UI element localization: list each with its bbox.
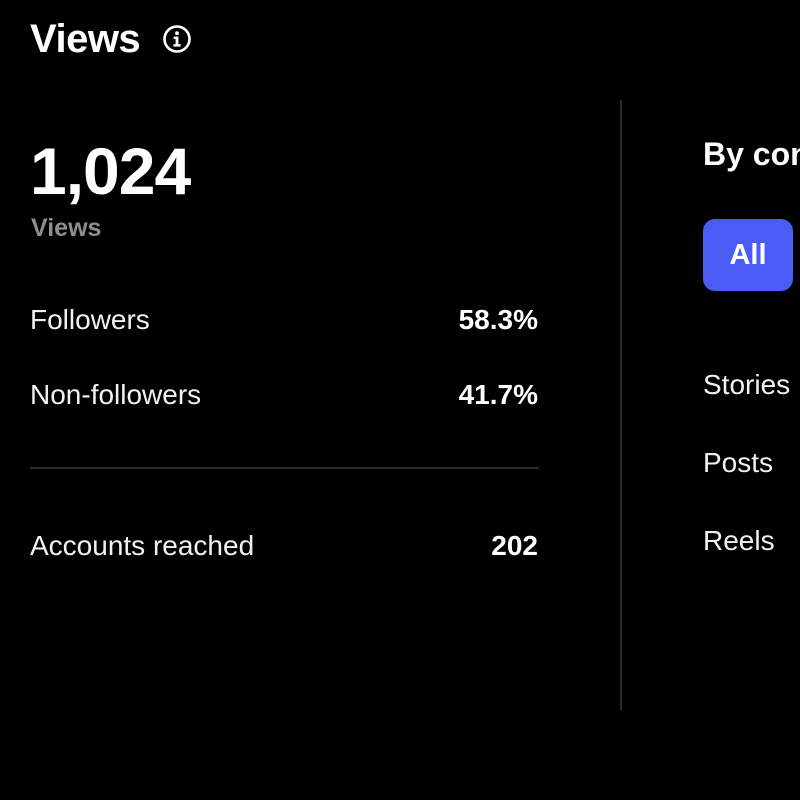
- content-type-reels: Reels: [703, 525, 775, 556]
- section-divider: [30, 467, 539, 469]
- info-icon[interactable]: [162, 24, 192, 54]
- filter-all-button[interactable]: All: [703, 219, 793, 291]
- content-type-stories: Stories: [703, 369, 791, 400]
- accounts-reached-label: Accounts reached: [30, 530, 255, 561]
- non-followers-value: 41.7%: [458, 379, 538, 410]
- content-type-posts: Posts: [703, 447, 774, 478]
- followers-row: Followers 58.3%: [30, 300, 538, 340]
- views-insights-page: Views 1,024 Views Followers 58.3% Non-fo…: [0, 0, 800, 800]
- total-views-label: Views: [31, 214, 102, 242]
- accounts-reached-row: Accounts reached 202: [30, 526, 538, 566]
- followers-label: Followers: [30, 304, 150, 335]
- total-views-count: 1,024: [30, 134, 191, 208]
- accounts-reached-value: 202: [491, 530, 538, 561]
- by-content-heading: By con: [703, 136, 800, 172]
- info-circle-icon: [163, 25, 191, 53]
- title-row: Views: [30, 14, 192, 64]
- non-followers-row: Non-followers 41.7%: [30, 375, 538, 415]
- page-title: Views: [30, 17, 141, 61]
- followers-value: 58.3%: [458, 304, 538, 335]
- column-divider: [620, 100, 622, 710]
- non-followers-label: Non-followers: [30, 379, 202, 410]
